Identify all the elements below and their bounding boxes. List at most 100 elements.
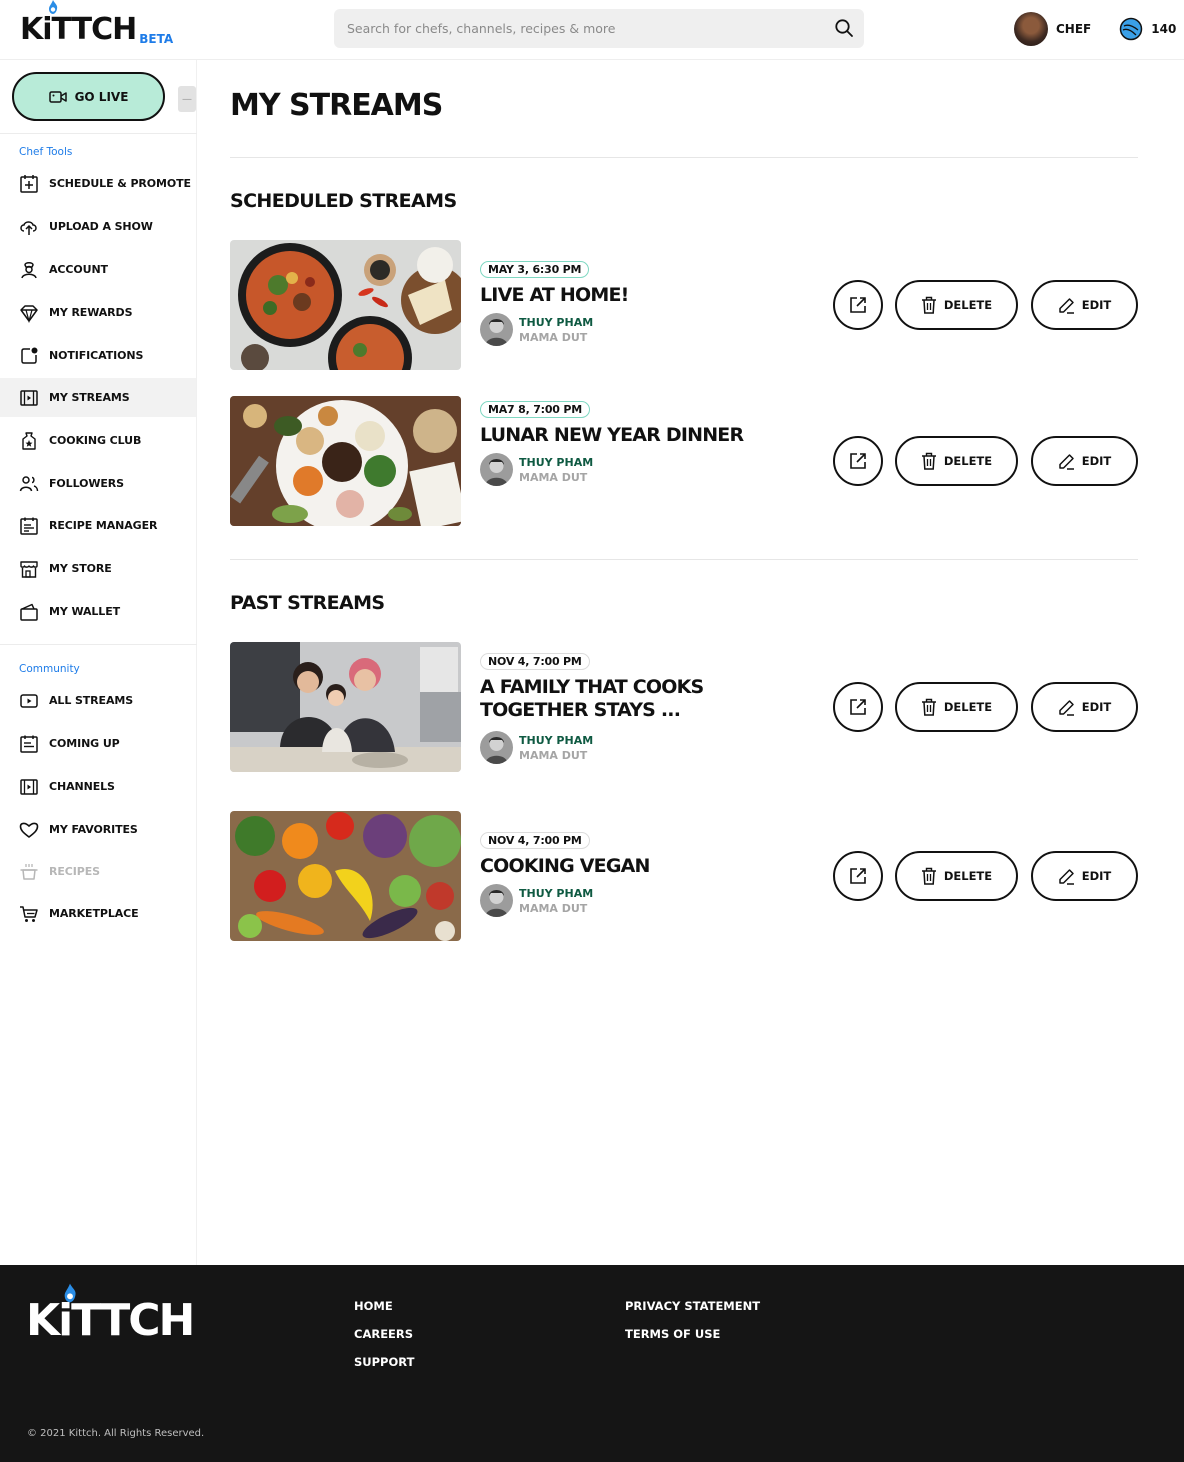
search-icon[interactable] [834, 18, 854, 38]
sidebar-item-channels[interactable]: CHANNELS [0, 767, 196, 806]
chef-avatar[interactable] [480, 453, 513, 486]
divider [0, 133, 197, 134]
delete-button[interactable]: DELETE [895, 682, 1018, 732]
sidebar-item-all-streams[interactable]: ALL STREAMS [0, 681, 196, 720]
chef-avatar[interactable] [480, 731, 513, 764]
footer-link-careers[interactable]: CAREERS [354, 1327, 413, 1341]
footer-link-privacy[interactable]: PRIVACY STATEMENT [625, 1299, 760, 1313]
sidebar-item-notifications[interactable]: NOTIFICATIONS [0, 336, 196, 375]
sidebar-item-recipes[interactable]: RECIPES [0, 852, 196, 891]
search-input[interactable] [334, 9, 824, 48]
sidebar-item-label: ACCOUNT [49, 263, 108, 276]
channel-name[interactable]: MAMA DUT [519, 330, 593, 345]
sidebar-item-followers[interactable]: FOLLOWERS [0, 464, 196, 503]
sidebar-item-coming-up[interactable]: COMING UP [0, 724, 196, 763]
delete-button[interactable]: DELETE [895, 436, 1018, 486]
coin-balance: 140 [1151, 22, 1177, 36]
sidebar-item-cooking-club[interactable]: COOKING CLUB [0, 421, 196, 460]
collapse-sidebar-button[interactable]: — [178, 86, 196, 112]
external-link-icon [850, 699, 866, 715]
star-badge-icon [22, 431, 36, 450]
external-link-icon [850, 453, 866, 469]
chef-info[interactable]: THUY PHAM MAMA DUT [480, 731, 770, 764]
notification-icon [21, 347, 38, 364]
sidebar-item-marketplace[interactable]: MARKETPLACE [0, 894, 196, 933]
chef-name[interactable]: THUY PHAM [519, 733, 593, 748]
share-button[interactable] [833, 682, 883, 732]
sidebar-item-label: RECIPE MANAGER [49, 519, 158, 532]
sidebar-item-label: MY FAVORITES [49, 823, 138, 836]
sidebar-item-account[interactable]: ACCOUNT [0, 250, 196, 289]
chef-info[interactable]: THUY PHAM MAMA DUT [480, 313, 780, 346]
chef-info[interactable]: THUY PHAM MAMA DUT [480, 453, 800, 486]
chef-name[interactable]: THUY PHAM [519, 455, 593, 470]
delete-label: DELETE [943, 454, 993, 468]
channel-name[interactable]: MAMA DUT [519, 901, 593, 916]
stream-thumbnail[interactable] [230, 811, 461, 941]
avatar[interactable] [1014, 12, 1048, 46]
stream-title[interactable]: LUNAR NEW YEAR DINNER [480, 424, 800, 447]
chef-name[interactable]: THUY PHAM [519, 315, 593, 330]
film-icon [20, 389, 38, 406]
channel-name[interactable]: MAMA DUT [519, 748, 593, 763]
stream-card: MA7 8, 7:00 PM LUNAR NEW YEAR DINNER THU… [230, 396, 1138, 527]
sidebar-item-upload-show[interactable]: UPLOAD A SHOW [0, 207, 196, 246]
stream-title[interactable]: COOKING VEGAN [480, 855, 780, 878]
chef-info[interactable]: THUY PHAM MAMA DUT [480, 884, 780, 917]
sidebar-item-label: NOTIFICATIONS [49, 349, 144, 362]
stream-thumbnail[interactable] [230, 240, 461, 370]
share-button[interactable] [833, 436, 883, 486]
chef-avatar[interactable] [480, 884, 513, 917]
sidebar-item-my-favorites[interactable]: MY FAVORITES [0, 810, 196, 849]
sidebar-item-my-rewards[interactable]: MY REWARDS [0, 293, 196, 332]
footer-logo[interactable]: KiTTCH [26, 1295, 195, 1346]
share-button[interactable] [833, 280, 883, 330]
user-menu[interactable]: CHEF 140 [1014, 12, 1176, 46]
chef-avatar[interactable] [480, 313, 513, 346]
stream-date-badge: NOV 4, 7:00 PM [480, 653, 590, 670]
sidebar-item-my-wallet[interactable]: MY WALLET [0, 592, 196, 631]
section-heading-community: Community [19, 663, 80, 675]
channel-name[interactable]: MAMA DUT [519, 470, 593, 485]
edit-button[interactable]: EDIT [1031, 851, 1138, 901]
sidebar-item-label: MY STREAMS [49, 391, 130, 404]
stream-info: MA7 8, 7:00 PM LUNAR NEW YEAR DINNER THU… [480, 398, 800, 486]
trash-icon [921, 452, 936, 470]
delete-button[interactable]: DELETE [895, 851, 1018, 901]
sidebar: GO LIVE — Chef Tools SCHEDULE & PROMOTE … [0, 60, 197, 1265]
stream-thumbnail[interactable] [230, 396, 461, 526]
footer-link-terms[interactable]: TERMS OF USE [625, 1327, 720, 1341]
stream-title[interactable]: A FAMILY THAT COOKS TOGETHER STAYS ... [480, 676, 770, 722]
go-live-button[interactable]: GO LIVE [12, 72, 165, 121]
copyright: © 2021 Kittch. All Rights Reserved. [27, 1428, 205, 1439]
sidebar-item-schedule-promote[interactable]: SCHEDULE & PROMOTE [0, 164, 196, 203]
stream-thumbnail[interactable] [230, 642, 461, 772]
pencil-icon [1058, 297, 1074, 314]
divider [230, 157, 1138, 158]
user-name[interactable]: CHEF [1056, 22, 1091, 36]
chef-name[interactable]: THUY PHAM [519, 886, 593, 901]
delete-label: DELETE [943, 869, 993, 883]
stream-title[interactable]: LIVE AT HOME! [480, 284, 780, 307]
share-button[interactable] [833, 851, 883, 901]
pencil-icon [1058, 453, 1074, 470]
stream-card: NOV 4, 7:00 PM COOKING VEGAN THUY PHAM M… [230, 811, 1138, 942]
sidebar-item-my-store[interactable]: MY STORE [0, 549, 196, 588]
food-bowls-image [230, 240, 461, 370]
edit-button[interactable]: EDIT [1031, 436, 1138, 486]
sidebar-item-my-streams[interactable]: MY STREAMS [0, 378, 196, 417]
edit-button[interactable]: EDIT [1031, 280, 1138, 330]
pot-icon [20, 863, 38, 880]
sidebar-item-recipe-manager[interactable]: RECIPE MANAGER [0, 506, 196, 545]
stream-date-badge: MAY 3, 6:30 PM [480, 261, 590, 278]
edit-button[interactable]: EDIT [1031, 682, 1138, 732]
divider [0, 644, 197, 645]
sidebar-item-label: SCHEDULE & PROMOTE [49, 177, 191, 190]
kittch-logo[interactable]: KiTTCH BETA [20, 0, 173, 50]
logo-wordmark: KiTTCH [20, 12, 137, 47]
sidebar-item-label: MARKETPLACE [49, 907, 139, 920]
footer-link-home[interactable]: HOME [354, 1299, 393, 1313]
footer-link-support[interactable]: SUPPORT [354, 1355, 414, 1369]
delete-button[interactable]: DELETE [895, 280, 1018, 330]
sidebar-item-label: MY STORE [49, 562, 112, 575]
